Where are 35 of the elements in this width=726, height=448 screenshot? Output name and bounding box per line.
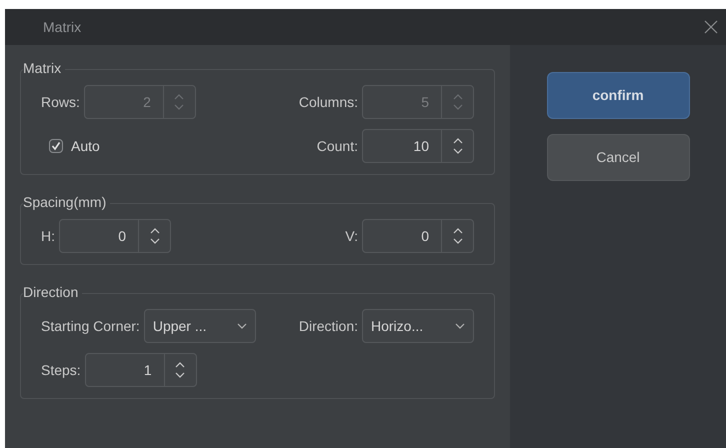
checkbox[interactable] — [49, 139, 63, 153]
check-icon — [51, 141, 61, 151]
field-label: Steps: — [41, 360, 81, 380]
spin-box[interactable]: 0 — [362, 219, 474, 253]
field-label: Direction: — [298, 316, 358, 336]
field-label: V: — [345, 226, 358, 246]
field-label: H: — [41, 226, 55, 246]
spin-value: 0 — [117, 226, 127, 246]
up-down-arrows-icon[interactable] — [150, 227, 160, 245]
spin-value: 10 — [412, 136, 430, 156]
up-down-arrows-icon[interactable] — [452, 227, 462, 245]
spin-box[interactable]: 0 — [59, 219, 171, 253]
chevron-down-icon — [455, 323, 465, 329]
confirm-button[interactable]: confirm — [546, 72, 690, 119]
field-label: Starting Corner: — [41, 316, 140, 336]
spin-box[interactable]: 10 — [362, 129, 474, 163]
dropdown[interactable]: Upper ... — [144, 309, 256, 343]
chevron-down-icon — [236, 323, 247, 329]
field-label: Count: — [316, 136, 358, 156]
checkbox-label: Auto — [71, 136, 100, 156]
spin-value: 2 — [142, 92, 152, 112]
dropdown-value: Horizo... — [371, 316, 424, 336]
field-label: Rows: — [41, 92, 80, 112]
dropdown[interactable]: Horizo... — [362, 309, 474, 343]
spin-box[interactable]: 1 — [84, 353, 197, 387]
cancel-button[interactable]: Cancel — [546, 134, 690, 181]
dropdown-value: Upper ... — [152, 316, 208, 336]
spin-value: 1 — [142, 360, 153, 380]
up-down-arrows-icon[interactable] — [452, 137, 462, 155]
close-icon[interactable] — [704, 20, 718, 34]
up-down-arrows-icon[interactable] — [175, 361, 186, 379]
spin-value: 5 — [420, 92, 430, 112]
field-label: Columns: — [298, 92, 358, 112]
window-title: Matrix — [43, 18, 82, 36]
spin-value: 0 — [420, 226, 430, 246]
